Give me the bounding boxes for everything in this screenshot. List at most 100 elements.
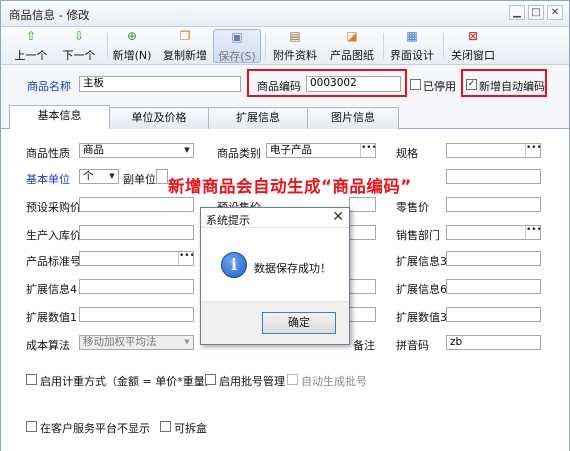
tab-strip: 基本信息 单位及价格 扩展信息 图片信息 [1,105,569,130]
next-button[interactable]: ⇩ 下一个 [57,29,101,63]
category-label: 商品类别 [217,147,261,160]
dialog-message: 数据保存成功！ [254,262,331,275]
drawing-icon: ◪ [346,29,358,43]
nature-label: 商品性质 [26,147,70,160]
ext-info4-input[interactable] [79,279,194,294]
sale-price-input[interactable] [349,197,376,212]
toolbar-separator [265,33,266,59]
add-button[interactable]: ⊕ 新增(N) [111,29,153,63]
product-info-window: 商品信息 - 修改 ▁ □ ✕ ⇧ 上一个 ⇩ 下一个 ⊕ 新增(N) ❐ 复制… [0,0,570,451]
stockin-price-input[interactable] [79,225,194,240]
row2-right-input[interactable] [446,169,541,184]
auto-code-label: 新增自动编码 [479,80,545,93]
browse-icon[interactable]: ••• [178,252,193,265]
category-input[interactable]: 电子产品 ••• [266,143,376,158]
auto-batch-label: 自动生成批号 [301,375,367,388]
subunit-label: 副单位 [123,173,156,186]
dialog-footer: 确定 [201,301,349,344]
tab-units-price[interactable]: 单位及价格 [109,107,209,129]
stockin-price-label: 生产入库价 [26,229,81,242]
attachment-icon: ▤ [289,29,301,43]
maximize-button[interactable]: □ [528,5,544,20]
pinyin-input[interactable]: zb [446,335,541,350]
toolbar-separator [107,33,108,59]
close-button[interactable]: ✕ [547,5,563,20]
ext-num1-label: 扩展数值1 [26,311,77,324]
tab-basic-info[interactable]: 基本信息 [9,105,110,130]
disabled-label: 已停用 [423,80,456,93]
hide-portal-label: 在客户服务平台不显示 [40,422,150,435]
standard-no-input[interactable]: ••• [79,251,194,266]
spec-label: 规格 [396,147,418,160]
measure-label: 启用计重方式（金额 = 单价*重量） [40,375,216,388]
ext-info6-label: 扩展信息6 [396,283,447,296]
nature-select[interactable]: 商品 ▼ [79,143,194,158]
ext-num3-input[interactable] [446,307,541,322]
auto-batch-checkbox[interactable] [287,374,298,385]
retail-price-input[interactable] [446,197,541,212]
copy-add-button[interactable]: ❐ 复制新增 [159,29,211,63]
save-button[interactable]: ▣ 保存(S) [213,29,261,63]
drawing-button[interactable]: ◪ 产品图纸 [327,29,377,63]
batch-label: 启用批号管理 [219,375,285,388]
product-name-label: 商品名称 [27,80,71,93]
chevron-down-icon: ▼ [184,146,190,154]
measure-checkbox[interactable] [26,374,37,385]
ext-info4-label: 扩展信息4 [26,283,77,296]
unit-select[interactable]: 个 ▼ [79,169,119,184]
disabled-checkbox[interactable] [410,79,421,90]
tab-images[interactable]: 图片信息 [307,107,399,129]
purchase-price-label: 预设采购价 [26,201,81,214]
cost-algo-label: 成本算法 [26,339,70,352]
row6-mid-input[interactable] [349,279,376,294]
browse-icon[interactable]: ••• [525,226,540,239]
ok-button[interactable]: 确定 [262,312,336,334]
ext-info3-input[interactable] [446,251,541,266]
purchase-price-input[interactable] [79,197,194,212]
ext-info3-label: 扩展信息3 [396,255,447,268]
ext-info6-input[interactable] [446,279,541,294]
layout-design-button[interactable]: ▦ 界面设计 [387,29,437,63]
unit-label: 基本单位 [26,173,70,186]
annotation-text: 新增商品会自动生成“商品编码” [168,177,412,196]
toolbar-separator [383,33,384,59]
chevron-down-icon: ▼ [184,338,190,346]
browse-icon[interactable]: ••• [360,144,375,157]
batch-checkbox[interactable] [205,374,216,385]
window-title: 商品信息 - 修改 [9,8,90,22]
copy-icon: ❐ [179,29,191,43]
browse-icon[interactable]: ••• [525,144,540,157]
row4-mid-input[interactable] [349,225,376,240]
sales-dept-label: 销售部门 [396,229,440,242]
retail-price-label: 零售价 [396,201,429,214]
minimize-button[interactable]: ▁ [509,5,525,20]
cost-algo-select[interactable]: 移动加权平均法 ▼ [79,335,194,350]
tab-extended-info[interactable]: 扩展信息 [208,107,308,129]
hide-portal-checkbox[interactable] [26,421,37,432]
info-icon: i [221,252,247,278]
chevron-down-icon: ▼ [109,172,115,180]
close-window-icon: ⊠ [467,29,479,43]
prev-button[interactable]: ⇧ 上一个 [11,29,51,63]
product-code-label: 商品编码 [257,80,301,93]
split-box-checkbox[interactable] [160,421,171,432]
ext-num3-label: 扩展数值3 [396,311,447,324]
standard-no-label: 产品标准号 [26,255,81,268]
split-box-label: 可拆盒 [174,422,207,435]
auto-code-checkbox[interactable]: ✓ [466,79,477,90]
dialog-close-icon[interactable]: ✕ [332,209,344,225]
sales-dept-input[interactable]: ••• [446,225,541,240]
product-code-input[interactable]: 0003002 [306,76,401,92]
checkmark-icon: ✓ [467,79,476,89]
close-window-button[interactable]: ⊠ 关闭窗口 [447,29,499,63]
spec-input[interactable]: ••• [446,143,541,158]
note-label: 备注 [353,339,375,352]
ext-num1-input[interactable] [79,307,194,322]
toolbar: ⇧ 上一个 ⇩ 下一个 ⊕ 新增(N) ❐ 复制新增 ▣ 保存(S) ▤ 附件资… [1,27,569,65]
attachment-button[interactable]: ▤ 附件资料 [269,29,321,63]
subunit-input[interactable] [156,169,168,184]
row7-mid-input[interactable] [349,307,376,322]
save-icon: ▣ [231,30,243,44]
product-name-input[interactable]: 主板 [79,76,241,92]
toolbar-separator [443,33,444,59]
